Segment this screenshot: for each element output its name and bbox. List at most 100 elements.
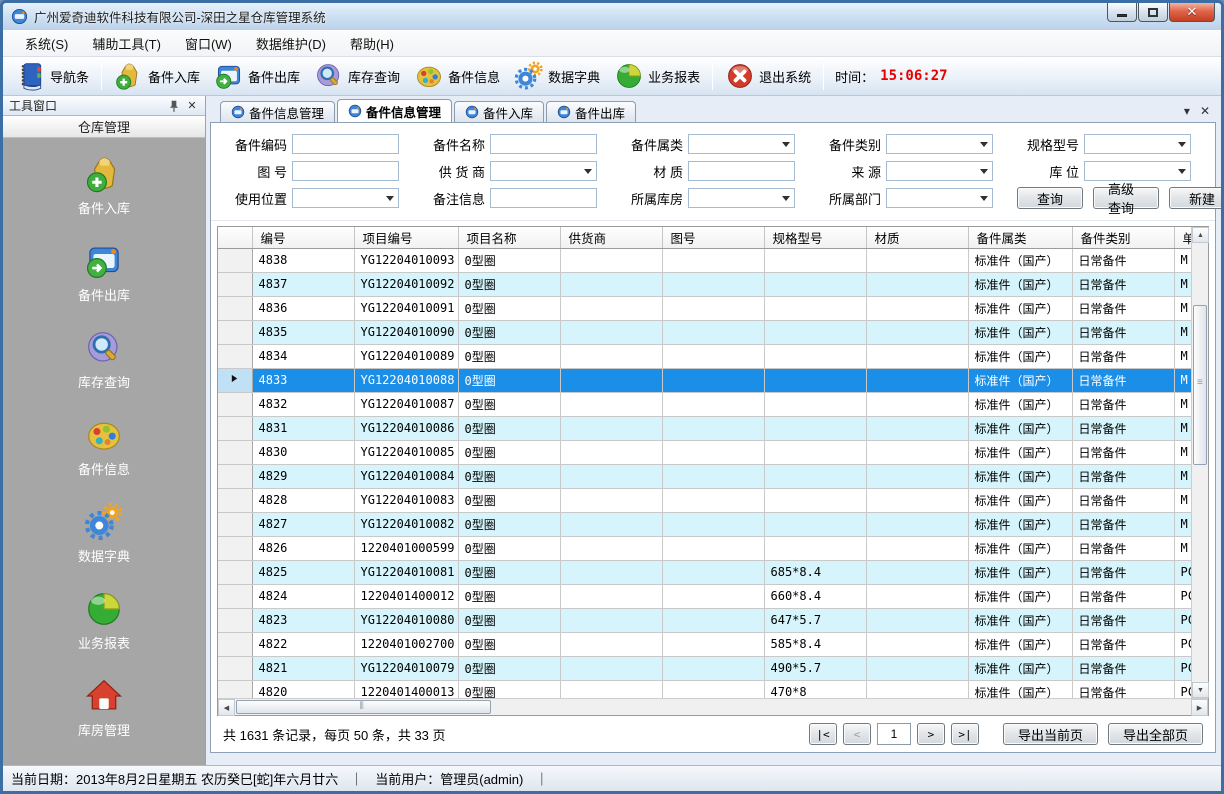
cell-type[interactable]: 日常备件 [1072, 656, 1174, 680]
cell-unit[interactable]: M [1174, 344, 1191, 368]
cell-category[interactable]: 标准件（国产） [968, 680, 1072, 698]
cell-name[interactable]: 0型圈 [458, 296, 560, 320]
cell-unit[interactable]: PC [1174, 608, 1191, 632]
cell-unit[interactable]: M [1174, 320, 1191, 344]
row-selector[interactable] [218, 440, 252, 464]
pin-icon[interactable] [167, 99, 181, 113]
sidebar-item-spare-info[interactable]: 备件信息 [3, 415, 205, 478]
cell-supplier[interactable] [560, 320, 662, 344]
cell-drawing[interactable] [662, 248, 764, 272]
table-row[interactable]: 482012204014000130型圈470*8标准件（国产）日常备件PC [218, 680, 1191, 698]
cell-no[interactable]: 4822 [252, 632, 354, 656]
row-selector[interactable] [218, 584, 252, 608]
cell-spec[interactable]: 470*8 [764, 680, 866, 698]
sidebar-item-data-dict[interactable]: 数据字典 [3, 502, 205, 565]
cell-drawing[interactable] [662, 512, 764, 536]
cell-name[interactable]: 0型圈 [458, 488, 560, 512]
cell-project_no[interactable]: YG12204010086 [354, 416, 458, 440]
table-row[interactable]: 4835YG122040100900型圈标准件（国产）日常备件M [218, 320, 1191, 344]
cell-type[interactable]: 日常备件 [1072, 320, 1174, 344]
cell-drawing[interactable] [662, 632, 764, 656]
cell-category[interactable]: 标准件（国产） [968, 632, 1072, 656]
toolbar-button-nav-bar[interactable]: 导航条 [9, 59, 96, 93]
cell-category[interactable]: 标准件（国产） [968, 440, 1072, 464]
column-header-图号[interactable]: 图号 [662, 227, 764, 248]
row-selector[interactable] [218, 344, 252, 368]
cell-project_no[interactable]: 1220401002700 [354, 632, 458, 656]
drawing-no-input[interactable] [292, 161, 399, 181]
menu-item-3[interactable]: 数据维护(D) [244, 30, 338, 57]
cell-category[interactable]: 标准件（国产） [968, 512, 1072, 536]
cell-unit[interactable]: M [1174, 536, 1191, 560]
cell-name[interactable]: 0型圈 [458, 632, 560, 656]
row-selector[interactable] [218, 488, 252, 512]
tab-0[interactable]: 备件信息管理 [220, 101, 335, 122]
cell-supplier[interactable] [560, 368, 662, 392]
cell-material[interactable] [866, 464, 968, 488]
cell-supplier[interactable] [560, 536, 662, 560]
cell-project_no[interactable]: 1220401400012 [354, 584, 458, 608]
cell-category[interactable]: 标准件（国产） [968, 392, 1072, 416]
menu-item-4[interactable]: 帮助(H) [338, 30, 406, 57]
column-header-供货商[interactable]: 供货商 [560, 227, 662, 248]
cell-spec[interactable] [764, 488, 866, 512]
export-current-page-button[interactable]: 导出当前页 [1003, 723, 1098, 745]
cell-no[interactable]: 4830 [252, 440, 354, 464]
cell-spec[interactable]: 490*5.7 [764, 656, 866, 680]
cell-name[interactable]: 0型圈 [458, 416, 560, 440]
cell-supplier[interactable] [560, 344, 662, 368]
column-header-selector[interactable] [218, 227, 252, 248]
cell-project_no[interactable]: YG12204010083 [354, 488, 458, 512]
cell-spec[interactable] [764, 272, 866, 296]
cell-material[interactable] [866, 368, 968, 392]
tab-list-dropdown-icon[interactable]: ▾ [1184, 104, 1190, 118]
toolbar-button-data-dict[interactable]: 数据字典 [507, 59, 607, 93]
cell-project_no[interactable]: YG12204010084 [354, 464, 458, 488]
column-header-备件属类[interactable]: 备件属类 [968, 227, 1072, 248]
cell-unit[interactable]: M [1174, 440, 1191, 464]
cell-type[interactable]: 日常备件 [1072, 536, 1174, 560]
cell-project_no[interactable]: YG12204010079 [354, 656, 458, 680]
cell-no[interactable]: 4828 [252, 488, 354, 512]
table-row[interactable]: 4829YG122040100840型圈标准件（国产）日常备件M [218, 464, 1191, 488]
table-row[interactable]: 4832YG122040100870型圈标准件（国产）日常备件M [218, 392, 1191, 416]
last-page-button[interactable]: >| [951, 723, 979, 745]
cell-name[interactable]: 0型圈 [458, 584, 560, 608]
cell-unit[interactable]: M [1174, 416, 1191, 440]
cell-type[interactable]: 日常备件 [1072, 440, 1174, 464]
minimize-button[interactable] [1107, 3, 1137, 22]
table-row[interactable]: 4838YG122040100930型圈标准件（国产）日常备件M [218, 248, 1191, 272]
cell-project_no[interactable]: YG12204010088 [354, 368, 458, 392]
cell-drawing[interactable] [662, 584, 764, 608]
scroll-down-icon[interactable]: ▼ [1192, 682, 1209, 698]
cell-type[interactable]: 日常备件 [1072, 344, 1174, 368]
cell-drawing[interactable] [662, 272, 764, 296]
prev-page-button[interactable]: < [843, 723, 871, 745]
row-selector[interactable] [218, 608, 252, 632]
cell-no[interactable]: 4820 [252, 680, 354, 698]
spare-genus-select[interactable] [688, 134, 795, 154]
cell-category[interactable]: 标准件（国产） [968, 344, 1072, 368]
cell-drawing[interactable] [662, 560, 764, 584]
department-select[interactable] [886, 188, 993, 208]
cell-type[interactable]: 日常备件 [1072, 608, 1174, 632]
cell-name[interactable]: 0型圈 [458, 656, 560, 680]
cell-material[interactable] [866, 536, 968, 560]
cell-material[interactable] [866, 560, 968, 584]
cell-unit[interactable]: PC [1174, 680, 1191, 698]
cell-name[interactable]: 0型圈 [458, 344, 560, 368]
cell-category[interactable]: 标准件（国产） [968, 464, 1072, 488]
row-selector[interactable] [218, 656, 252, 680]
cell-type[interactable]: 日常备件 [1072, 392, 1174, 416]
cell-category[interactable]: 标准件（国产） [968, 584, 1072, 608]
cell-name[interactable]: 0型圈 [458, 512, 560, 536]
cell-type[interactable]: 日常备件 [1072, 632, 1174, 656]
location-select[interactable] [1084, 161, 1191, 181]
cell-supplier[interactable] [560, 680, 662, 698]
table-row[interactable]: 4823YG122040100800型圈647*5.7标准件（国产）日常备件PC [218, 608, 1191, 632]
cell-no[interactable]: 4834 [252, 344, 354, 368]
column-header-规格型号[interactable]: 规格型号 [764, 227, 866, 248]
cell-unit[interactable]: M [1174, 464, 1191, 488]
cell-type[interactable]: 日常备件 [1072, 584, 1174, 608]
scroll-up-icon[interactable]: ▲ [1192, 227, 1209, 243]
